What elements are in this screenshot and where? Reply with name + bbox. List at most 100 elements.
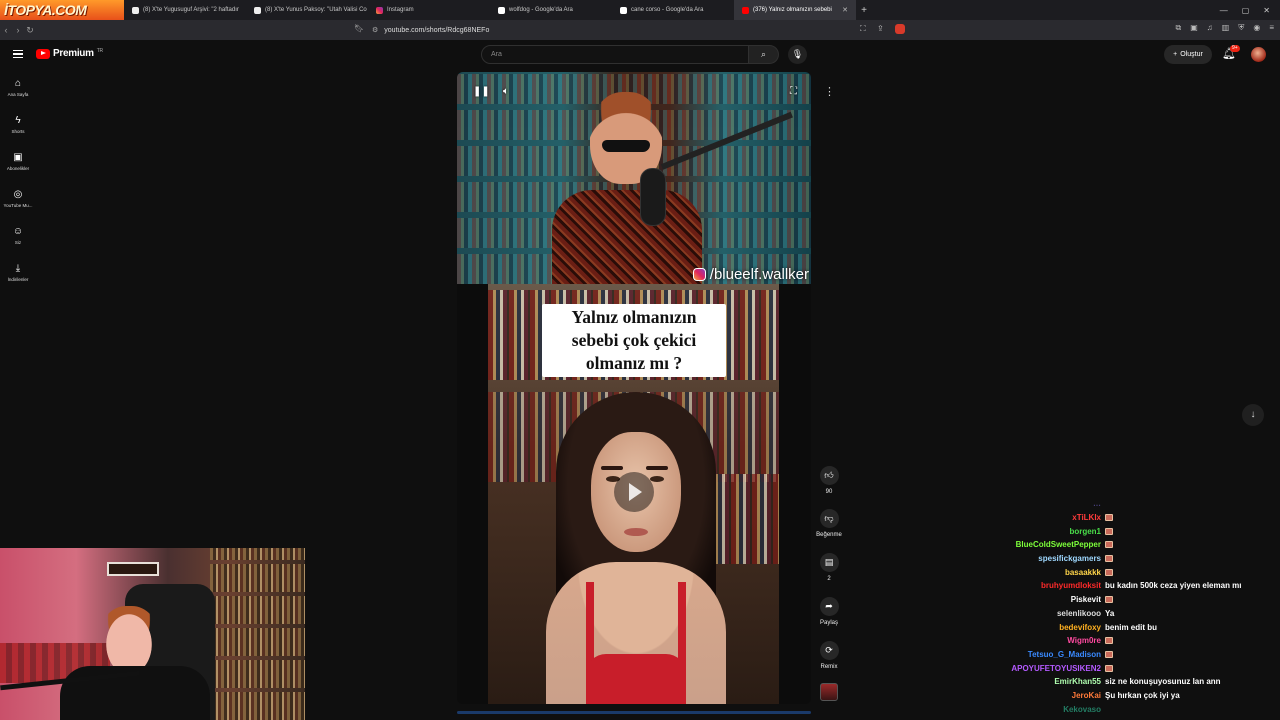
reload-icon[interactable]: ↻ [24,25,36,36]
chat-emote-icon [1105,555,1113,563]
google-icon [498,6,505,14]
chat-username[interactable]: selenlikooo [990,609,1105,618]
account-avatar[interactable] [1251,47,1266,62]
like-button[interactable]: 👍︎ 90 [812,466,846,495]
bookmark-icon[interactable]: 🔖︎ [354,24,364,33]
close-tab-icon[interactable]: ✕ [842,6,848,14]
voice-search-button[interactable]: 🎙︎ [788,45,807,64]
chat-username[interactable]: bruhyumdloksit [990,581,1105,590]
remix-button[interactable]: ⟳ Remix [812,641,846,670]
browser-tab[interactable]: wolfdog - Google'da Ara [490,0,612,20]
google-icon [620,6,627,14]
sidebar-item-label: Siz [14,240,22,245]
remix-label: Remix [820,664,838,670]
sidebar-item-shorts[interactable]: ϟ Shorts [0,115,36,134]
music-icon[interactable]: ♫ [1207,23,1213,33]
more-options-icon[interactable]: ⋮ [824,85,835,98]
search-icon: ⌕ [760,49,767,59]
browser-tab[interactable]: (8) X'te Yugusuguf Arşivi: "2 haftadır [124,0,246,20]
comment-icon: ▤ [819,553,839,572]
browser-menu-icon[interactable]: ≡ [1269,23,1274,33]
webcam-overlay [0,548,305,720]
microphone-icon: 🎙︎ [791,49,804,59]
profile-browser-icon[interactable]: ◉ [1253,23,1260,33]
streamer-face [100,606,158,670]
sidebar-item-label: YouTube Mu... [3,203,33,208]
chat-username[interactable]: BlueColdSweetPepper [990,540,1105,549]
chat-username[interactable]: borgen1 [990,527,1105,536]
sunglasses [602,140,650,152]
site-info-icon[interactable]: ⚙︎ [372,26,378,34]
back-icon[interactable]: ‹ [0,25,12,35]
hamburger-menu-icon[interactable] [13,50,23,58]
play-overlay-icon[interactable] [614,472,654,512]
create-button[interactable]: + Oluştur [1164,45,1212,64]
chat-text: bu kadın 500k ceza yiyen eleman mı [1105,581,1242,591]
sidebar-item-youtube-music[interactable]: ◎ YouTube Mu... [0,189,36,208]
vpn-icon[interactable]: ⛨ [1238,23,1244,33]
stream-chat: … xTiLKIx borgen1 BlueColdSweetPepper spesif… [990,497,1280,716]
wallet-icon[interactable]: ▣ [1190,23,1198,33]
chat-message: borgen1 [990,524,1280,538]
share-icon: ➦ [819,597,839,616]
share-button[interactable]: ➦ Paylaş [812,597,846,626]
new-tab-button[interactable]: + [856,5,872,16]
chat-username[interactable]: Piskevit [990,595,1105,604]
screen: İTOPYA.COM (8) X'te Yugusuguf Arşivi: "2… [0,0,1280,720]
chat-message: xTiLKIx [990,511,1280,525]
sidebar-toggle-icon[interactable]: ▥ [1222,23,1230,33]
extensions-icon[interactable]: ⧉ [1176,23,1182,33]
screenshot-icon[interactable]: ⛶ [860,24,866,34]
chat-username[interactable]: spesifickgamers [990,554,1105,563]
streamer-figure [552,92,702,284]
restore-icon[interactable]: ▢ [1242,6,1250,15]
volume-icon[interactable]: 🔈︎ [503,86,509,97]
chat-username[interactable]: bedevifoxy [990,623,1105,632]
search-input[interactable]: Ara [481,45,749,64]
sidebar-item-home[interactable]: ⌂ Ana Sayfa [0,78,36,97]
share-label: Paylaş [819,620,838,626]
chat-username[interactable]: xTiLKIx [990,513,1105,522]
shorts-video-player[interactable]: /blueelf.wallker ❚❚ 🔈︎ ⛶ Yalnız olmanızı… [457,72,811,704]
sidebar-item-subscriptions[interactable]: ▣ Abonelikler [0,152,36,171]
sidebar-item-profile[interactable]: ☺ Siz [0,226,36,245]
browser-tab[interactable]: Instagram [368,0,490,20]
forward-icon[interactable]: › [12,25,24,35]
browser-tab[interactable]: (376) Yalnız olmanızın sebebi ✕ [734,0,856,20]
woman-figure [546,392,726,704]
video-caption: Yalnız olmanızın sebebi çok çekici olman… [542,304,726,377]
next-short-button[interactable]: ↓ [1242,404,1264,426]
instagram-icon [376,6,383,14]
chat-username[interactable]: JeroKai [990,691,1105,700]
chat-username[interactable]: … [990,499,1105,508]
url-field[interactable]: ⚙︎ youtube.com/shorts/Rdcg68NEFo [372,24,908,36]
browser-tab[interactable]: cane corso - Google'da Ara [612,0,734,20]
chat-username[interactable]: Tetsuo_G_Madison [990,650,1105,659]
like-count: 90 [825,489,833,495]
sidebar-item-download[interactable]: ⤓ İndirilenler [0,263,36,282]
dislike-button[interactable]: 👎︎ Beğenme [812,509,846,538]
browser-tab[interactable]: (8) X'te Yunus Paksoy: "Utah Valisi Co [246,0,368,20]
chat-username[interactable]: APOYUFETOYUSIKEN2 [990,664,1105,673]
comments-button[interactable]: ▤ 2 [812,553,846,582]
brave-shield-icon[interactable] [895,24,905,34]
remix-icon: ⟳ [819,641,839,660]
brand-label: Premium [53,48,94,59]
youtube-logo[interactable]: Premium TR [36,48,103,59]
chat-username[interactable]: Kekovaso [990,705,1105,714]
fullscreen-icon[interactable]: ⛶ [790,86,797,97]
chat-message: EmirKhan55 siz ne konuşuyosunuz lan ann [990,675,1280,689]
pause-icon[interactable]: ❚❚ [473,86,490,97]
home-icon: ⌂ [14,78,22,89]
chat-username[interactable]: Wigm0re [990,636,1105,645]
video-progress-bar[interactable] [457,711,811,714]
close-window-icon[interactable]: ✕ [1263,6,1270,15]
chat-text: benim edit bu [1105,622,1157,632]
chat-text: Şu hırkan çok iyi ya [1105,690,1180,700]
minimize-icon[interactable]: — [1220,6,1228,15]
sound-thumbnail[interactable] [820,683,838,701]
chat-username[interactable]: basaakkk [990,568,1105,577]
chat-username[interactable]: EmirKhan55 [990,677,1105,686]
share-page-icon[interactable]: ⇪ [877,24,884,33]
search-button[interactable]: ⌕ [749,45,779,64]
